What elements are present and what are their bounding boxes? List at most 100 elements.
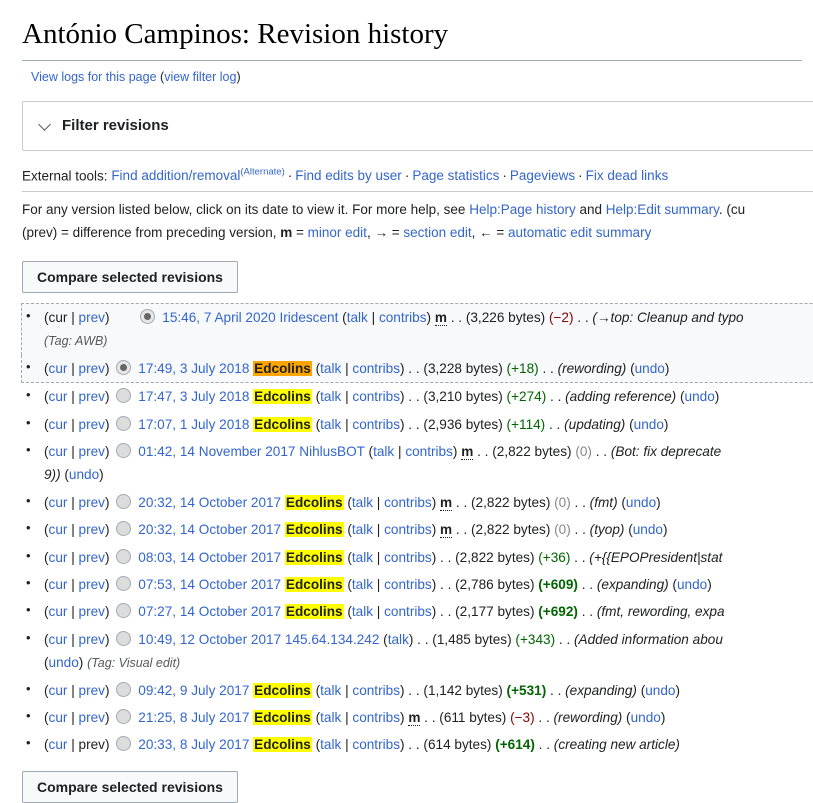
prev-link[interactable]: prev — [79, 389, 105, 404]
help-page-history-link[interactable]: Help:Page history — [469, 202, 576, 217]
user-contribs-link[interactable]: contribs — [352, 737, 400, 752]
compare-selected-revisions-button-top[interactable]: Compare selected revisions — [22, 261, 238, 293]
user-link[interactable]: Edcolins — [253, 417, 312, 432]
prev-link[interactable]: prev — [79, 550, 105, 565]
prev-link[interactable]: prev — [79, 577, 105, 592]
prev-link[interactable]: prev — [79, 495, 105, 510]
prev-link[interactable]: prev — [79, 310, 105, 325]
help-edit-summary-link[interactable]: Help:Edit summary — [606, 202, 719, 217]
user-contribs-link[interactable]: contribs — [352, 389, 400, 404]
user-link[interactable]: Edcolins — [253, 361, 312, 376]
revision-date-link[interactable]: 17:07, 1 July 2018 — [138, 417, 249, 432]
compare-selected-revisions-button-bottom[interactable]: Compare selected revisions — [22, 771, 238, 803]
cur-link[interactable]: cur — [49, 361, 68, 376]
user-contribs-link[interactable]: contribs — [379, 310, 427, 325]
revision-select-radio[interactable] — [116, 603, 131, 618]
revision-select-radio[interactable] — [116, 709, 131, 724]
user-contribs-link[interactable]: contribs — [405, 444, 453, 459]
prev-link[interactable]: prev — [79, 683, 105, 698]
undo-link[interactable]: undo — [633, 522, 663, 537]
automatic-edit-summary-link[interactable]: automatic edit summary — [508, 225, 651, 240]
revision-select-radio[interactable] — [116, 360, 131, 375]
minor-edit-link[interactable]: minor edit — [308, 225, 367, 240]
prev-link[interactable]: prev — [79, 444, 105, 459]
revision-select-radio[interactable] — [116, 682, 131, 697]
external-tool-link[interactable]: Pageviews — [510, 168, 575, 183]
user-link[interactable]: Edcolins — [253, 389, 312, 404]
user-link[interactable]: Edcolins — [285, 577, 344, 592]
user-talk-link[interactable]: talk — [347, 310, 368, 325]
revision-date-link[interactable]: 20:33, 8 July 2017 — [138, 737, 249, 752]
revision-date-link[interactable]: 10:49, 12 October 2017 — [138, 632, 281, 647]
user-link[interactable]: Edcolins — [253, 737, 312, 752]
undo-link[interactable]: undo — [634, 417, 664, 432]
revision-select-radio[interactable] — [116, 494, 131, 509]
user-talk-link[interactable]: talk — [320, 361, 341, 376]
cur-link[interactable]: cur — [49, 737, 68, 752]
prev-link[interactable]: prev — [79, 522, 105, 537]
user-talk-link[interactable]: talk — [320, 710, 341, 725]
external-tool-link[interactable]: Page statistics — [412, 168, 499, 183]
revision-date-link[interactable]: 15:46, 7 April 2020 — [162, 310, 275, 325]
external-tool-link[interactable]: Fix dead links — [586, 168, 669, 183]
revision-date-link[interactable]: 20:32, 14 October 2017 — [138, 522, 281, 537]
user-contribs-link[interactable]: contribs — [384, 550, 432, 565]
revision-select-radio[interactable] — [116, 576, 131, 591]
cur-link[interactable]: cur — [49, 577, 68, 592]
prev-link[interactable]: prev — [79, 417, 105, 432]
user-contribs-link[interactable]: contribs — [384, 495, 432, 510]
revision-date-link[interactable]: 07:53, 14 October 2017 — [138, 577, 281, 592]
external-tool-link[interactable]: Find edits by user — [295, 168, 402, 183]
user-talk-link[interactable]: talk — [320, 417, 341, 432]
revision-select-radio[interactable] — [116, 388, 131, 403]
user-link[interactable]: Iridescent — [279, 310, 338, 325]
cur-link[interactable]: cur — [49, 522, 68, 537]
user-contribs-link[interactable]: contribs — [384, 604, 432, 619]
revision-date-link[interactable]: 08:03, 14 October 2017 — [138, 550, 281, 565]
undo-link[interactable]: undo — [645, 683, 675, 698]
user-contribs-link[interactable]: contribs — [352, 683, 400, 698]
user-link[interactable]: 145.64.134.242 — [285, 632, 380, 647]
revision-date-link[interactable]: 07:27, 14 October 2017 — [138, 604, 281, 619]
cur-link[interactable]: cur — [49, 389, 68, 404]
revision-date-link[interactable]: 21:25, 8 July 2017 — [138, 710, 249, 725]
undo-link[interactable]: undo — [685, 389, 715, 404]
user-talk-link[interactable]: talk — [352, 522, 373, 537]
prev-link[interactable]: prev — [79, 361, 105, 376]
cur-link[interactable]: cur — [49, 632, 68, 647]
cur-link[interactable]: cur — [49, 417, 68, 432]
user-link[interactable]: Edcolins — [285, 522, 344, 537]
revision-select-radio[interactable] — [116, 549, 131, 564]
user-talk-link[interactable]: talk — [320, 683, 341, 698]
cur-link[interactable]: cur — [49, 683, 68, 698]
revision-select-radio[interactable] — [116, 443, 131, 458]
undo-link[interactable]: undo — [635, 361, 665, 376]
user-link[interactable]: Edcolins — [253, 710, 312, 725]
external-tool-alternate-link[interactable]: (Alternate) — [240, 167, 284, 178]
section-edit-link[interactable]: section edit — [403, 225, 471, 240]
revision-date-link[interactable]: 17:49, 3 July 2018 — [138, 361, 249, 376]
prev-link[interactable]: prev — [79, 632, 105, 647]
undo-link[interactable]: undo — [677, 577, 707, 592]
revision-select-radio[interactable] — [116, 521, 131, 536]
user-link[interactable]: Edcolins — [285, 495, 344, 510]
cur-link[interactable]: cur — [49, 444, 68, 459]
user-talk-link[interactable]: talk — [352, 550, 373, 565]
filter-revisions-box[interactable]: Filter revisions — [22, 101, 813, 151]
view-logs-link[interactable]: View logs for this page — [31, 70, 157, 84]
undo-link[interactable]: undo — [626, 495, 656, 510]
revision-date-link[interactable]: 17:47, 3 July 2018 — [138, 389, 249, 404]
user-talk-link[interactable]: talk — [320, 389, 341, 404]
undo-link[interactable]: undo — [69, 467, 99, 482]
undo-link[interactable]: undo — [631, 710, 661, 725]
revision-date-link[interactable]: 09:42, 9 July 2017 — [138, 683, 249, 698]
user-contribs-link[interactable]: contribs — [352, 710, 400, 725]
user-talk-link[interactable]: talk — [320, 737, 341, 752]
cur-link[interactable]: cur — [49, 495, 68, 510]
revision-select-radio[interactable] — [116, 416, 131, 431]
external-tool-link[interactable]: Find addition/removal — [111, 168, 240, 183]
user-talk-link[interactable]: talk — [352, 577, 373, 592]
view-filter-log-link[interactable]: view filter log — [164, 70, 236, 84]
revision-select-radio[interactable] — [140, 309, 155, 324]
user-contribs-link[interactable]: contribs — [352, 417, 400, 432]
